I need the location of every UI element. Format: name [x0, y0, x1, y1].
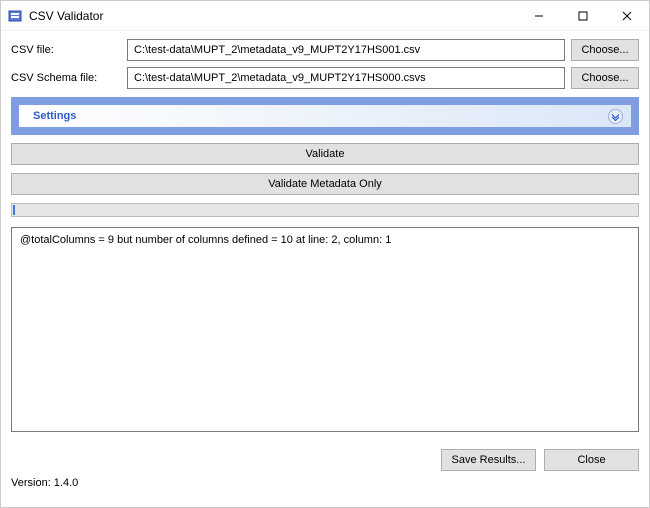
titlebar: CSV Validator [1, 1, 649, 31]
save-results-button[interactable]: Save Results... [441, 449, 536, 471]
app-icon [7, 8, 23, 24]
output-log[interactable] [11, 227, 639, 432]
schema-file-input[interactable] [127, 67, 565, 89]
schema-file-label: CSV Schema file: [11, 72, 121, 84]
validate-metadata-button[interactable]: Validate Metadata Only [11, 173, 639, 195]
maximize-button[interactable] [561, 1, 605, 31]
csv-file-input[interactable] [127, 39, 565, 61]
window-title: CSV Validator [29, 9, 103, 23]
validate-button[interactable]: Validate [11, 143, 639, 165]
progress-bar [11, 203, 639, 217]
csv-choose-button[interactable]: Choose... [571, 39, 639, 61]
title-left: CSV Validator [7, 8, 103, 24]
close-window-button[interactable] [605, 1, 649, 31]
close-button[interactable]: Close [544, 449, 639, 471]
minimize-button[interactable] [517, 1, 561, 31]
chevron-down-icon [608, 109, 623, 124]
settings-label: Settings [33, 110, 76, 122]
window-controls [517, 1, 649, 31]
csv-file-row: CSV file: Choose... [11, 39, 639, 61]
version-label: Version: 1.4.0 [11, 477, 639, 489]
bottom-buttons: Save Results... Close [11, 449, 639, 471]
settings-header[interactable]: Settings [19, 105, 631, 127]
schema-choose-button[interactable]: Choose... [571, 67, 639, 89]
content-area: CSV file: Choose... CSV Schema file: Cho… [1, 31, 649, 493]
progress-fill [13, 205, 15, 215]
schema-file-row: CSV Schema file: Choose... [11, 67, 639, 89]
settings-panel: Settings [11, 97, 639, 135]
csv-file-label: CSV file: [11, 44, 121, 56]
